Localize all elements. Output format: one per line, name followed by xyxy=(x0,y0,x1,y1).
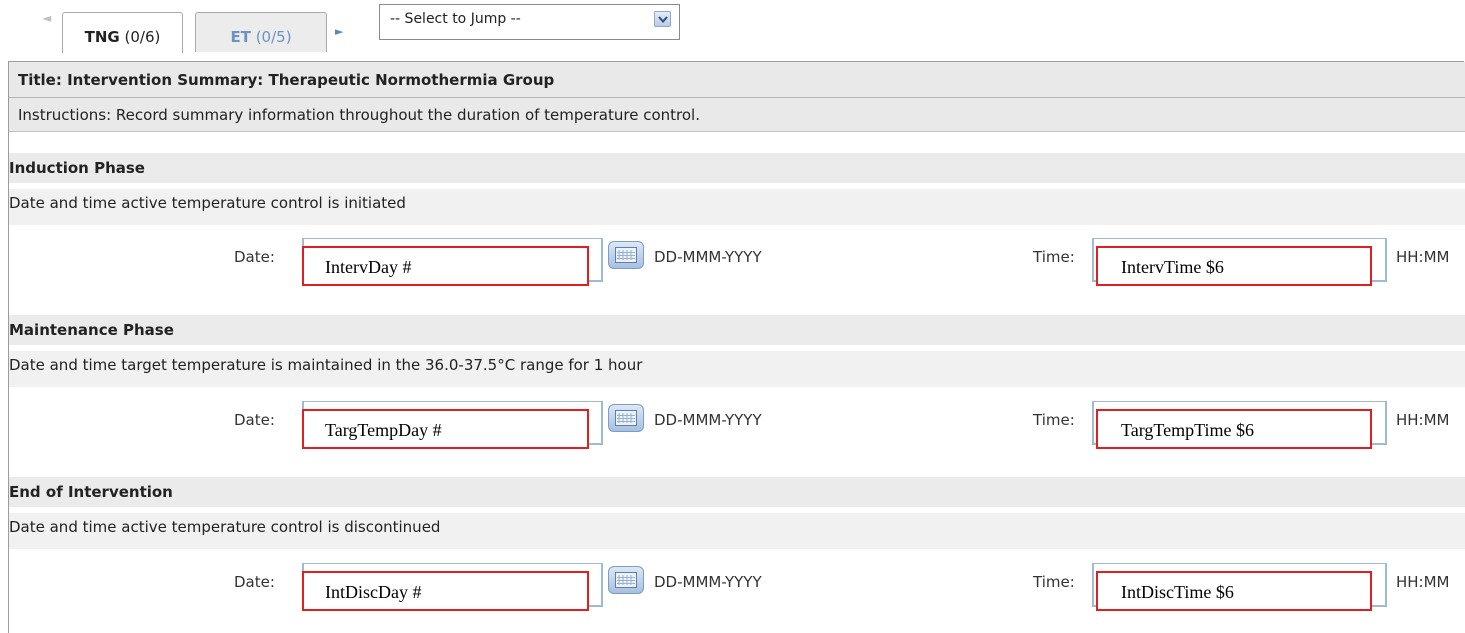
field-row-end: Date: IntDiscDay # DD-MMM-YYYY Time: Int… xyxy=(9,559,1465,611)
targ-temp-time-input[interactable]: TargTempTime $6 xyxy=(1096,409,1372,449)
scroll-left-arrow-icon[interactable]: ◄ xyxy=(42,12,51,24)
section-title: Maintenance Phase xyxy=(9,321,174,339)
section-description-induction: Date and time active temperature control… xyxy=(9,189,1465,225)
time-label: Time: xyxy=(1033,573,1075,591)
section-title: End of Intervention xyxy=(9,483,173,501)
section-description: Date and time active temperature control… xyxy=(9,194,406,212)
jump-select[interactable]: -- Select to Jump -- xyxy=(379,4,680,40)
time-format-hint: HH:MM xyxy=(1396,248,1450,266)
calendar-icon[interactable] xyxy=(608,404,644,432)
date-format-hint: DD-MMM-YYYY xyxy=(654,248,762,266)
interv-day-input[interactable]: IntervDay # xyxy=(302,246,589,286)
int-disc-day-input[interactable]: IntDiscDay # xyxy=(302,571,589,611)
date-label: Date: xyxy=(234,248,275,266)
form-instructions: Instructions: Record summary information… xyxy=(9,98,1465,132)
date-format-hint: DD-MMM-YYYY xyxy=(654,411,762,429)
chevron-down-icon[interactable] xyxy=(654,11,671,27)
tab-code: ET xyxy=(230,28,251,46)
section-description: Date and time active temperature control… xyxy=(9,518,441,536)
jump-select-value: -- Select to Jump -- xyxy=(390,11,521,27)
section-description-end: Date and time active temperature control… xyxy=(9,513,1465,549)
section-description-maintenance: Date and time target temperature is main… xyxy=(9,351,1465,387)
time-format-hint: HH:MM xyxy=(1396,411,1450,429)
field-row-induction: Date: IntervDay # DD-MMM-YYYY Time: Inte… xyxy=(9,234,1465,286)
scroll-right-arrow-icon[interactable]: ► xyxy=(335,26,343,38)
time-format-hint: HH:MM xyxy=(1396,573,1450,591)
calendar-icon[interactable] xyxy=(608,566,644,594)
section-header-end: End of Intervention xyxy=(9,477,1465,507)
int-disc-time-input[interactable]: IntDiscTime $6 xyxy=(1096,571,1372,611)
time-label: Time: xyxy=(1033,411,1075,429)
tab-strip: ◄ TNG (0/6) ET (0/5) ► -- Select to Jump… xyxy=(0,0,1465,53)
tab-et[interactable]: ET (0/5) xyxy=(195,12,327,52)
section-title: Induction Phase xyxy=(9,159,145,177)
date-label: Date: xyxy=(234,573,275,591)
section-header-maintenance: Maintenance Phase xyxy=(9,315,1465,345)
section-header-induction: Induction Phase xyxy=(9,153,1465,183)
targ-temp-day-input[interactable]: TargTempDay # xyxy=(302,409,589,449)
date-label: Date: xyxy=(234,411,275,429)
calendar-icon[interactable] xyxy=(608,241,644,269)
tab-tng[interactable]: TNG (0/6) xyxy=(62,12,183,53)
time-label: Time: xyxy=(1033,248,1075,266)
tab-count: (0/6) xyxy=(124,28,161,46)
section-description: Date and time target temperature is main… xyxy=(9,356,643,374)
field-row-maintenance: Date: TargTempDay # DD-MMM-YYYY Time: Ta… xyxy=(9,397,1465,449)
interv-time-input[interactable]: IntervTime $6 xyxy=(1096,246,1372,286)
tab-code: TNG xyxy=(84,28,120,46)
form-title: Title: Intervention Summary: Therapeutic… xyxy=(9,62,1465,98)
date-format-hint: DD-MMM-YYYY xyxy=(654,573,762,591)
form-panel: Title: Intervention Summary: Therapeutic… xyxy=(8,61,1465,633)
tab-count: (0/5) xyxy=(255,28,292,46)
